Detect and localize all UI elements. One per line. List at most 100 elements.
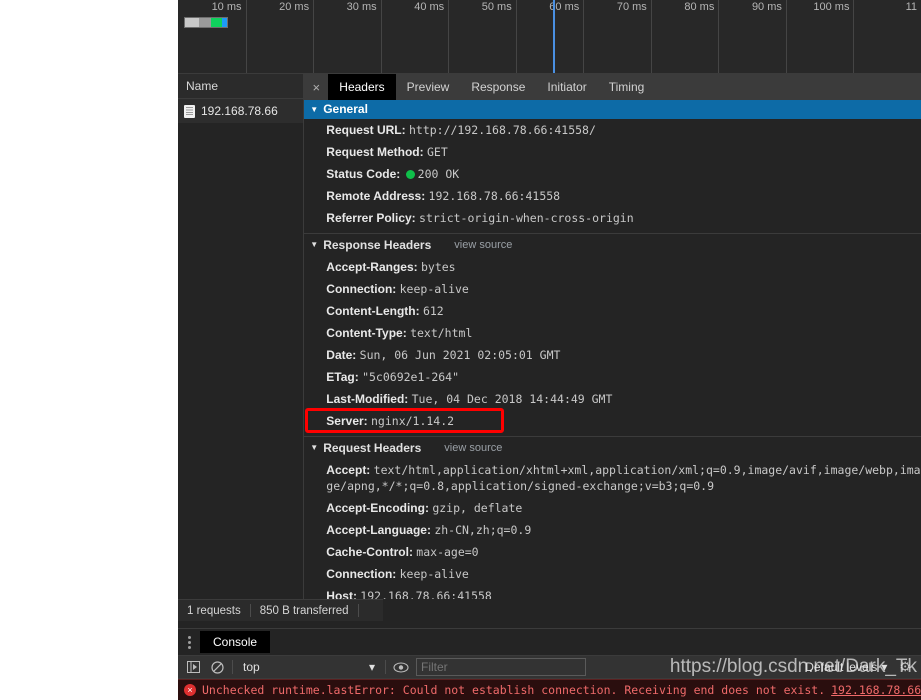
document-icon [184, 104, 195, 118]
network-overview-timeline[interactable]: 10 ms 20 ms 30 ms 40 ms 50 ms 60 ms 70 ms 80 ms… [178, 0, 921, 74]
header-key: Accept-Ranges: [326, 260, 421, 274]
header-value: Sun, 06 Jun 2021 02:05:01 GMT [359, 348, 561, 362]
requests-pane: Name 192.168.78.66 [178, 74, 305, 599]
timeline-gridlines: 10 ms 20 ms 30 ms 40 ms 50 ms 60 ms 70 ms 80 ms… [178, 0, 921, 73]
header-key: Accept-Language: [326, 523, 435, 537]
request-row[interactable]: 192.168.78.66 [178, 99, 304, 123]
timeline-gridline [245, 0, 247, 73]
header-key: ETag: [326, 370, 363, 384]
header-value: keep-alive [399, 282, 469, 296]
timeline-tick-label: 20 ms [279, 1, 310, 13]
response-header-rows: Accept-Ranges: bytes Connection: keep-ali… [304, 256, 921, 432]
header-key: Accept-Encoding: [326, 501, 433, 515]
header-row: Remote Address: 192.168.78.66:41558 [304, 185, 921, 207]
tab-headers[interactable]: Headers [328, 74, 396, 100]
section-response-headers[interactable]: ▼ Response Headers view source [304, 234, 921, 256]
execution-context-value: top [243, 660, 260, 674]
console-error-source[interactable]: 192.168.78.66/:1 [831, 683, 921, 697]
execution-context-select[interactable]: top ▾ [239, 658, 379, 676]
header-value: max-age=0 [416, 545, 479, 559]
header-value: GET [426, 145, 448, 159]
timeline-tick-label: 10 ms [211, 1, 242, 13]
header-value: 612 [422, 304, 444, 318]
chevron-down-icon: ▼ [310, 443, 319, 452]
timeline-gridline [785, 0, 787, 73]
console-filter-input[interactable] [416, 658, 586, 676]
header-key: Content-Type: [326, 326, 411, 340]
header-row: Date: Sun, 06 Jun 2021 02:05:01 GMT [304, 344, 921, 366]
header-key: Connection: [326, 282, 400, 296]
timeline-tick-label: 11 [905, 1, 917, 13]
request-row-name: 192.168.78.66 [201, 104, 278, 118]
header-key: Server: [326, 414, 371, 428]
request-view-source-link[interactable]: view source [444, 437, 502, 459]
gear-icon[interactable]: ⚙ [899, 659, 915, 675]
tab-initiator[interactable]: Initiator [536, 74, 597, 100]
header-value: 192.168.78.66:41558 [428, 189, 561, 203]
chevron-down-icon: ▾ [881, 660, 888, 674]
header-key: Referrer Policy: [326, 211, 420, 225]
divider [232, 660, 233, 674]
headers-content: ▼ General Request URL: http://192.168.78… [304, 100, 921, 599]
header-value: text/html,application/xhtml+xml,applicat… [326, 463, 921, 493]
header-row: Host: 192.168.78.66:41558 [304, 585, 921, 599]
live-expression-eye-icon[interactable] [392, 658, 410, 676]
header-row: Connection: keep-alive [304, 563, 921, 585]
header-value: strict-origin-when-cross-origin [419, 211, 634, 225]
section-request-headers-label: Request Headers [323, 441, 422, 455]
tab-preview[interactable]: Preview [396, 74, 461, 100]
header-key: Host: [326, 589, 361, 599]
close-icon[interactable]: × [304, 74, 328, 100]
waterfall-segment-ttfb [211, 18, 222, 27]
tab-console[interactable]: Console [200, 631, 271, 653]
request-waterfall-bar [184, 17, 228, 28]
section-general[interactable]: ▼ General [304, 100, 921, 119]
transferred-size: 850 B transferred [259, 604, 349, 617]
chevron-down-icon: ▼ [310, 105, 319, 114]
more-options-icon[interactable] [178, 635, 200, 649]
timeline-gridline [313, 0, 315, 73]
status-ok-icon [405, 170, 415, 179]
response-view-source-link[interactable]: view source [454, 234, 512, 256]
header-row: Content-Type: text/html [304, 322, 921, 344]
header-value: gzip, deflate [432, 501, 523, 515]
header-value: http://192.168.78.66:41558/ [408, 123, 596, 137]
header-row: Connection: keep-alive [304, 278, 921, 300]
header-value: Tue, 04 Dec 2018 14:44:49 GMT [411, 392, 613, 406]
general-rows: Request URL: http://192.168.78.66:41558/… [304, 119, 921, 229]
console-levels-select[interactable]: Default levels ▾ [805, 660, 893, 674]
console-error-text: Unchecked runtime.lastError: Could not e… [202, 683, 826, 697]
header-row: Last-Modified: Tue, 04 Dec 2018 14:44:49… [304, 388, 921, 410]
header-key: Content-Length: [326, 304, 423, 318]
timeline-gridline [380, 0, 382, 73]
timeline-tick-label: 30 ms [346, 1, 377, 13]
screenshot-root: 10 ms 20 ms 30 ms 40 ms 50 ms 60 ms 70 ms 80 ms… [0, 0, 921, 700]
requests-column-header-name[interactable]: Name [178, 74, 304, 99]
timeline-gridline [448, 0, 450, 73]
waterfall-segment-queue [185, 18, 199, 27]
show-console-sidebar-icon[interactable] [184, 658, 202, 676]
tab-response[interactable]: Response [460, 74, 536, 100]
header-key: Request Method: [326, 145, 427, 159]
header-row: Content-Length: 612 [304, 300, 921, 322]
header-value: keep-alive [399, 567, 469, 581]
timeline-gridline [853, 0, 855, 73]
console-levels-label: Default levels [805, 660, 878, 674]
clear-console-icon[interactable] [208, 658, 226, 676]
chevron-down-icon: ▼ [310, 240, 319, 249]
section-request-headers[interactable]: ▼ Request Headers view source [304, 437, 921, 459]
tab-timing[interactable]: Timing [598, 74, 656, 100]
timeline-tick-label: 70 ms [616, 1, 647, 13]
network-status-bar: 1 requests 850 B transferred [178, 599, 383, 621]
timeline-tick-label: 100 ms [813, 1, 850, 13]
header-key: Last-Modified: [326, 392, 412, 406]
header-value: 192.168.78.66:41558 [360, 589, 492, 599]
waterfall-segment-download [222, 18, 227, 27]
header-row: Request URL: http://192.168.78.66:41558/ [304, 119, 921, 141]
console-drawer: Console top ▾ Filter Default levels ▾ ⚙ … [178, 628, 921, 700]
console-error-message[interactable]: × Unchecked runtime.lastError: Could not… [178, 679, 921, 700]
header-row: Server: nginx/1.14.2 [304, 410, 921, 432]
header-value: text/html [410, 326, 473, 340]
console-toolbar: top ▾ Default levels ▾ ⚙ [178, 655, 921, 679]
timeline-tick-label: 80 ms [684, 1, 715, 13]
